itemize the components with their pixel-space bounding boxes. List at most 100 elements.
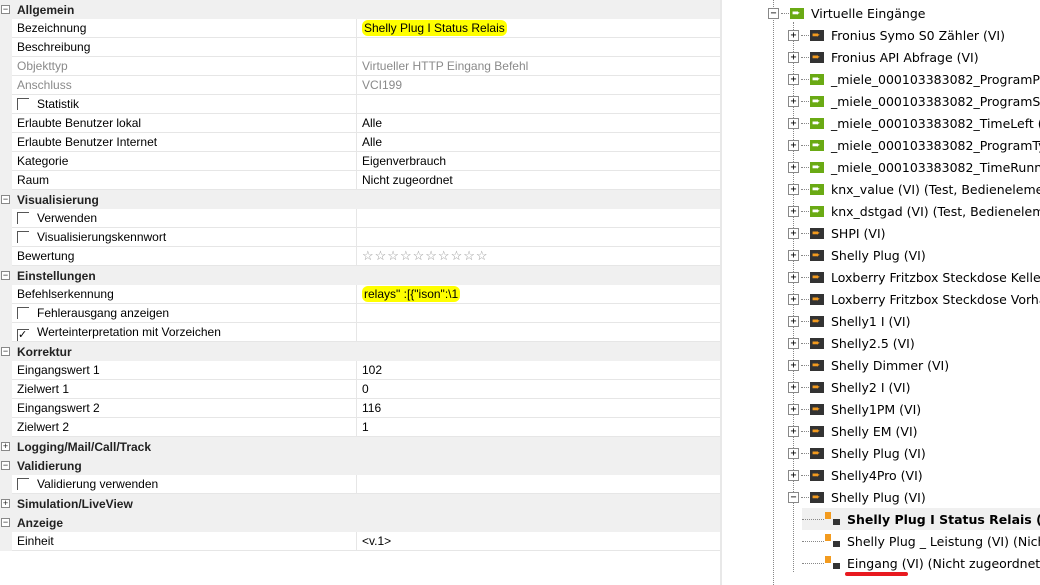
- tree-item[interactable]: + ➨ knx_dstgad (VI) (Test, Bedienelemen: [788, 200, 1040, 222]
- property-value[interactable]: [357, 209, 720, 228]
- property-row[interactable]: Kategorie Eigenverbrauch: [0, 152, 720, 171]
- property-row[interactable]: Beschreibung: [0, 38, 720, 57]
- expand-icon[interactable]: +: [788, 425, 799, 437]
- expand-icon[interactable]: +: [788, 249, 799, 261]
- property-row[interactable]: Eingangswert 2 116: [0, 399, 720, 418]
- property-value[interactable]: 0: [357, 380, 720, 399]
- property-row[interactable]: Validierung verwenden: [0, 475, 720, 494]
- section-header-logging-mail-call-track[interactable]: + Logging/Mail/Call/Track: [0, 437, 720, 456]
- tree-item[interactable]: − ➨ Shelly Plug (VI): [788, 486, 926, 508]
- section-header-allgemein[interactable]: − Allgemein: [0, 0, 720, 19]
- property-value[interactable]: [357, 475, 720, 494]
- expand-icon[interactable]: +: [788, 293, 799, 305]
- expand-icon[interactable]: +: [788, 447, 799, 459]
- tree-item[interactable]: + ➨ _miele_000103383082_ProgramPh: [788, 68, 1040, 90]
- tree-item[interactable]: + ➨ Shelly1PM (VI): [788, 398, 921, 420]
- property-value[interactable]: [357, 95, 720, 114]
- verwenden-checkbox[interactable]: [17, 212, 29, 224]
- collapse-icon[interactable]: −: [1, 5, 10, 14]
- property-row[interactable]: Bezeichnung Shelly Plug I Status Relais: [0, 19, 720, 38]
- expand-icon[interactable]: +: [788, 73, 799, 85]
- expand-icon[interactable]: +: [788, 51, 799, 63]
- property-value[interactable]: Alle: [357, 114, 720, 133]
- tree-item[interactable]: + ➨ _miele_000103383082_ProgramTyp: [788, 134, 1040, 156]
- property-row[interactable]: Bewertung ☆☆☆☆☆☆☆☆☆☆: [0, 247, 720, 266]
- tree-root-virtuelle-eingaenge[interactable]: − ➨ Virtuelle Eingänge: [768, 2, 925, 24]
- tree-item[interactable]: + ➨ Fronius Symo S0 Zähler (VI): [788, 24, 1005, 46]
- tree-item[interactable]: + ➨ Shelly1 I (VI): [788, 310, 910, 332]
- rating-stars[interactable]: ☆☆☆☆☆☆☆☆☆☆: [362, 248, 489, 263]
- expand-icon[interactable]: +: [788, 161, 799, 173]
- collapse-icon[interactable]: −: [768, 7, 779, 19]
- tree-item[interactable]: + ➨ Shelly2 I (VI): [788, 376, 910, 398]
- collapse-icon[interactable]: −: [788, 491, 799, 503]
- tree-item[interactable]: + ➨ Fronius API Abfrage (VI): [788, 46, 979, 68]
- expand-icon[interactable]: +: [1, 499, 10, 508]
- expand-icon[interactable]: +: [788, 381, 799, 393]
- section-header-anzeige[interactable]: − Anzeige: [0, 513, 720, 532]
- property-row[interactable]: Eingangswert 1 102: [0, 361, 720, 380]
- section-header-validierung[interactable]: − Validierung: [0, 456, 720, 475]
- property-value[interactable]: [357, 228, 720, 247]
- collapse-icon[interactable]: −: [1, 195, 10, 204]
- tree-item[interactable]: + ➨ Shelly Dimmer (VI): [788, 354, 949, 376]
- expand-icon[interactable]: +: [1, 442, 10, 451]
- panel-splitter[interactable]: [720, 0, 722, 585]
- property-value[interactable]: Alle: [357, 133, 720, 152]
- property-value[interactable]: Eigenverbrauch: [357, 152, 720, 171]
- expand-icon[interactable]: +: [788, 469, 799, 481]
- property-value[interactable]: VCI199: [357, 76, 720, 95]
- property-value[interactable]: 116: [357, 399, 720, 418]
- section-header-korrektur[interactable]: − Korrektur: [0, 342, 720, 361]
- expand-icon[interactable]: +: [788, 29, 799, 41]
- tree-item[interactable]: + ➨ Shelly Plug (VI): [788, 244, 926, 266]
- property-row[interactable]: Erlaubte Benutzer Internet Alle: [0, 133, 720, 152]
- statistik-checkbox[interactable]: [17, 98, 29, 110]
- expand-icon[interactable]: +: [788, 183, 799, 195]
- expand-icon[interactable]: +: [788, 315, 799, 327]
- property-value[interactable]: relays" :[{"ison":\1: [357, 285, 720, 304]
- tree-item[interactable]: + ➨ SHPI (VI): [788, 222, 886, 244]
- property-row[interactable]: Befehlserkennung relays" :[{"ison":\1: [0, 285, 720, 304]
- validierung-verwenden-checkbox[interactable]: [17, 478, 29, 490]
- property-row[interactable]: Fehlerausgang anzeigen: [0, 304, 720, 323]
- tree-item[interactable]: + ➨ Shelly Plug (VI): [788, 442, 926, 464]
- expand-icon[interactable]: +: [788, 117, 799, 129]
- tree-item[interactable]: + ➨ knx_value (VI) (Test, Bedienelemente: [788, 178, 1040, 200]
- werteinterpretation-mit-vorzeichen-checkbox[interactable]: ✓: [17, 329, 29, 341]
- property-value[interactable]: <v.1>: [357, 532, 720, 551]
- tree-item[interactable]: + ➨ Shelly EM (VI): [788, 420, 918, 442]
- fehlerausgang-anzeigen-checkbox[interactable]: [17, 307, 29, 319]
- property-row[interactable]: Raum Nicht zugeordnet: [0, 171, 720, 190]
- collapse-icon[interactable]: −: [1, 518, 10, 527]
- property-row[interactable]: Statistik: [0, 95, 720, 114]
- property-value[interactable]: Nicht zugeordnet: [357, 171, 720, 190]
- collapse-icon[interactable]: −: [1, 461, 10, 470]
- tree-item[interactable]: + ➨ _miele_000103383082_TimeLeft (V: [788, 112, 1040, 134]
- expand-icon[interactable]: +: [788, 205, 799, 217]
- tree-item[interactable]: + ➨ Shelly4Pro (VI): [788, 464, 923, 486]
- expand-icon[interactable]: +: [788, 271, 799, 283]
- property-row[interactable]: Anschluss VCI199: [0, 76, 720, 95]
- expand-icon[interactable]: +: [788, 139, 799, 151]
- tree-child-item[interactable]: Eingang (VI) (Nicht zugeordnet,: [802, 552, 1040, 574]
- expand-icon[interactable]: +: [788, 403, 799, 415]
- property-row[interactable]: ✓ Werteinterpretation mit Vorzeichen: [0, 323, 720, 342]
- collapse-icon[interactable]: −: [1, 271, 10, 280]
- collapse-icon[interactable]: −: [1, 347, 10, 356]
- property-value[interactable]: ☆☆☆☆☆☆☆☆☆☆: [357, 247, 720, 266]
- property-row[interactable]: Erlaubte Benutzer lokal Alle: [0, 114, 720, 133]
- tree-child-item[interactable]: Shelly Plug I Status Relais (VI): [802, 508, 1040, 530]
- property-value[interactable]: [357, 304, 720, 323]
- tree-item[interactable]: + ➨ _miele_000103383082_ProgramSta: [788, 90, 1040, 112]
- section-header-simulation-liveview[interactable]: + Simulation/LiveView: [0, 494, 720, 513]
- property-value[interactable]: 102: [357, 361, 720, 380]
- tree-item[interactable]: + ➨ _miele_000103383082_TimeRunnin: [788, 156, 1040, 178]
- property-row[interactable]: Visualisierungskennwort: [0, 228, 720, 247]
- property-row[interactable]: Zielwert 2 1: [0, 418, 720, 437]
- property-value[interactable]: [357, 323, 720, 342]
- expand-icon[interactable]: +: [788, 95, 799, 107]
- property-row[interactable]: Zielwert 1 0: [0, 380, 720, 399]
- expand-icon[interactable]: +: [788, 227, 799, 239]
- expand-icon[interactable]: +: [788, 337, 799, 349]
